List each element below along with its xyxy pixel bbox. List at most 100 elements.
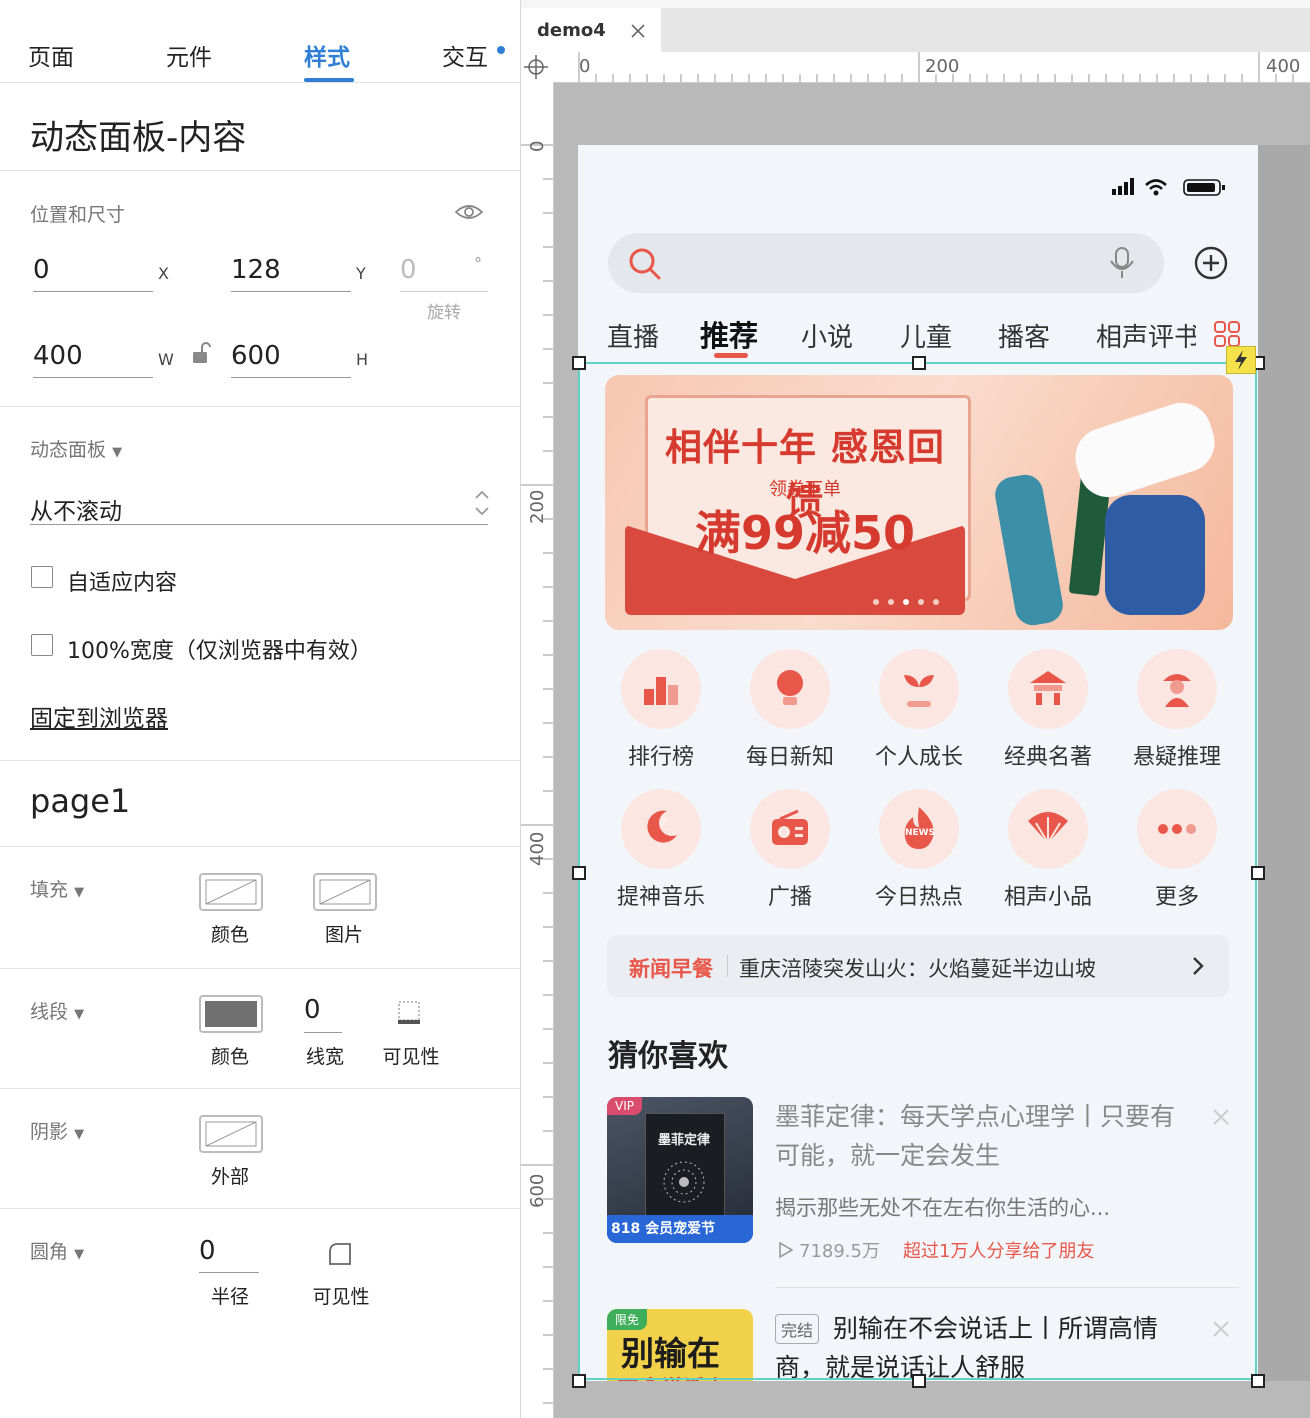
category-tab[interactable]: 播客	[998, 317, 1050, 354]
phone-page[interactable]: 直播 推荐 小说 儿童 播客 相声评书 相伴十年 感恩回馈 领券下单 满99减5…	[578, 145, 1258, 1381]
grid-item[interactable]: 悬疑推理	[1117, 649, 1237, 771]
grid-item[interactable]: z 提神音乐	[601, 789, 721, 911]
fill-color-swatch[interactable]	[199, 873, 263, 911]
fill-label[interactable]: 填充 ▼	[30, 875, 84, 902]
interaction-flag[interactable]	[1226, 346, 1256, 374]
ruler-corner	[521, 52, 552, 83]
add-icon[interactable]	[1194, 246, 1228, 280]
grid-item[interactable]: 经典名著	[988, 649, 1108, 771]
promo-banner[interactable]: 相伴十年 感恩回馈 领券下单 满99减50	[605, 375, 1233, 630]
fill-image-caption: 图片	[324, 924, 363, 946]
item-title[interactable]: 别输在不会说话上丨所谓高情商，就是说话让人舒服	[775, 1309, 1175, 1381]
category-tab[interactable]: 小说	[801, 317, 853, 354]
h-input[interactable]: 600	[231, 341, 281, 371]
tab-widgets[interactable]: 元件	[166, 38, 212, 72]
shadow-outer-swatch[interactable]	[199, 1115, 263, 1153]
dynamic-panel-label[interactable]: 动态面板 ▼	[30, 435, 122, 462]
close-icon[interactable]	[631, 24, 645, 38]
radius-caption: 半径	[210, 1286, 249, 1308]
divider	[0, 82, 520, 83]
line-color-swatch[interactable]	[199, 995, 263, 1033]
grid-item-label: 今日热点	[874, 885, 963, 910]
line-visibility-icon[interactable]	[397, 1000, 421, 1026]
fan-icon	[1028, 812, 1068, 844]
select-arrows-icon[interactable]	[473, 487, 491, 519]
document-tab[interactable]: demo4	[521, 8, 661, 52]
grid-item[interactable]: 相声小品	[988, 789, 1108, 911]
w-unit: W	[158, 350, 174, 369]
full-width-checkbox[interactable]	[31, 634, 53, 656]
unlock-icon[interactable]	[192, 342, 212, 364]
radius-label[interactable]: 圆角 ▼	[30, 1237, 84, 1264]
category-tab[interactable]: 儿童	[900, 317, 952, 354]
rotation-input[interactable]: 0	[400, 255, 417, 285]
pin-to-browser-link[interactable]: 固定到浏览器	[30, 699, 168, 733]
grid-item-label: 排行榜	[627, 745, 694, 770]
category-tab[interactable]: 相声评书	[1096, 317, 1196, 354]
w-input-underline	[33, 377, 153, 378]
product-pillow	[1067, 395, 1223, 505]
w-input[interactable]: 400	[33, 341, 83, 371]
grid-item[interactable]: 广播	[730, 789, 850, 911]
resize-handle[interactable]	[1251, 1374, 1265, 1388]
resize-handle[interactable]	[912, 1374, 926, 1388]
category-tab[interactable]: 直播	[607, 317, 659, 354]
line-width-input[interactable]: 0	[304, 995, 321, 1025]
item-title[interactable]: 墨菲定律：每天学点心理学丨只要有可能，就一定会发生	[775, 1097, 1175, 1175]
ruler-label: 600	[527, 1173, 548, 1208]
line-visibility-caption: 可见性	[382, 1046, 440, 1068]
grid-item-label: 更多	[1154, 885, 1199, 910]
resize-handle[interactable]	[572, 866, 586, 880]
chevron-right-icon	[1193, 957, 1204, 975]
category-tab-active[interactable]: 推荐	[700, 313, 758, 355]
ruler-label: 200	[925, 56, 960, 77]
mic-icon[interactable]	[1108, 247, 1136, 279]
resize-handle[interactable]	[572, 1374, 586, 1388]
category-grid-icon[interactable]	[1214, 321, 1240, 347]
line-label[interactable]: 线段 ▼	[30, 997, 84, 1024]
fill-image-swatch[interactable]	[313, 873, 377, 911]
grid-item[interactable]: 更多	[1117, 789, 1237, 911]
tab-page[interactable]: 页面	[28, 38, 74, 72]
temple-icon	[1030, 671, 1066, 705]
banner-offer: 满99减50	[694, 506, 916, 560]
crosshair-icon[interactable]	[521, 52, 551, 82]
tab-interaction[interactable]: 交互	[442, 38, 488, 72]
divider	[727, 955, 728, 977]
status-bar-icons	[1112, 178, 1225, 196]
scroll-select[interactable]: 从不滚动	[30, 492, 122, 526]
ruler-label: 0	[579, 56, 591, 77]
search-bar[interactable]	[608, 233, 1164, 293]
eye-icon[interactable]	[454, 202, 484, 222]
grid-item[interactable]: NEWS 今日热点	[859, 789, 979, 911]
news-ticker[interactable]: 新闻早餐 重庆涪陵突发山火：火焰蔓延半边山坡	[607, 935, 1229, 997]
tab-style[interactable]: 样式	[304, 38, 350, 72]
section-title: 猜你喜欢	[608, 1039, 728, 1074]
book-cover[interactable]: VIP 墨菲定律 818 会员宠爱节	[607, 1097, 753, 1243]
shadow-label[interactable]: 阴影 ▼	[30, 1117, 84, 1144]
vip-badge: VIP	[607, 1097, 642, 1115]
x-input[interactable]: 0	[33, 255, 50, 285]
close-icon[interactable]	[1212, 1320, 1230, 1338]
grid-item[interactable]: 个人成长	[859, 649, 979, 771]
product-bottle	[992, 471, 1066, 629]
radius-underline	[199, 1272, 259, 1273]
corner-visibility-icon[interactable]	[328, 1242, 352, 1266]
fit-content-checkbox[interactable]	[31, 566, 53, 588]
grid-item[interactable]: 排行榜	[601, 649, 721, 771]
share-count: 超过1万人分享给了朋友	[903, 1241, 1095, 1262]
resize-handle[interactable]	[572, 356, 586, 370]
divider	[775, 1287, 1239, 1288]
divider	[0, 846, 520, 847]
resize-handle[interactable]	[912, 356, 926, 370]
radius-input[interactable]: 0	[199, 1236, 216, 1266]
y-input[interactable]: 128	[231, 255, 281, 285]
ruler-label: 400	[1266, 56, 1301, 77]
close-icon[interactable]	[1212, 1108, 1230, 1126]
grid-item[interactable]: 每日新知	[730, 649, 850, 771]
grid-item-label: 经典名著	[1003, 745, 1092, 770]
book-cover-subtitle: 不会说话上	[617, 1371, 727, 1381]
book-cover[interactable]: 限免 别输在 不会说话上	[607, 1309, 753, 1381]
ruler-label: 0	[527, 140, 548, 152]
resize-handle[interactable]	[1251, 866, 1265, 880]
